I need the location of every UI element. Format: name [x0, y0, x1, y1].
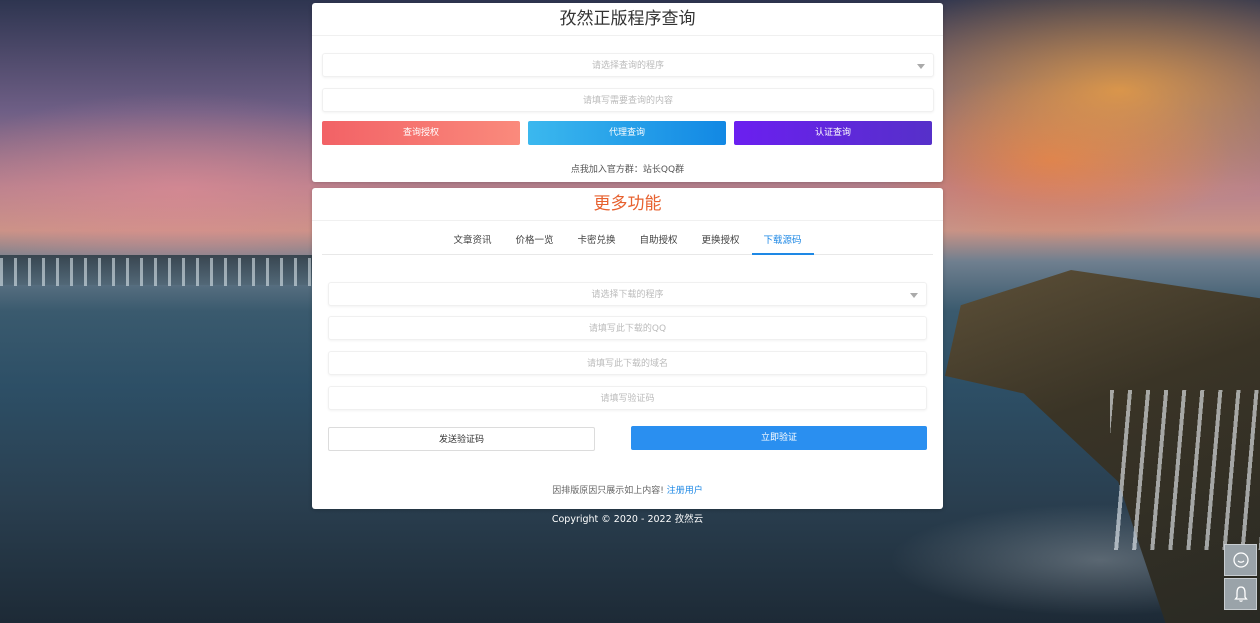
tab-download-source[interactable]: 下载源码 — [751, 232, 814, 255]
cert-query-button[interactable]: 认证查询 — [734, 121, 932, 145]
feature-tabs: 文章资讯 价格一览 卡密兑换 自助授权 更换授权 下载源码 — [322, 232, 933, 255]
chat-button[interactable] — [1224, 544, 1257, 576]
footer-note-text: 因排版原因只展示如上内容! — [552, 486, 664, 496]
download-qq-input[interactable]: 请填写此下载的QQ — [328, 316, 927, 340]
verify-now-button[interactable]: 立即验证 — [631, 426, 927, 450]
tab-change-auth[interactable]: 更换授权 — [690, 232, 752, 253]
chat-icon — [1232, 552, 1249, 568]
download-qq-placeholder: 请填写此下载的QQ — [588, 324, 667, 334]
join-group-link[interactable]: 点我加入官方群：站长QQ群 — [312, 162, 943, 175]
download-domain-placeholder: 请填写此下载的域名 — [586, 359, 668, 369]
footer-note: 因排版原因只展示如上内容! 注册用户 — [312, 483, 943, 496]
notification-button[interactable] — [1224, 578, 1257, 610]
chevron-down-icon — [910, 293, 918, 298]
program-select-placeholder: 请选择查询的程序 — [591, 61, 664, 71]
query-content-placeholder: 请填写需要查询的内容 — [582, 96, 673, 106]
tab-articles[interactable]: 文章资讯 — [441, 232, 503, 253]
waterfall-left — [0, 258, 312, 286]
agent-query-button[interactable]: 代理查询 — [528, 121, 726, 145]
download-program-select[interactable]: 请选择下载的程序 — [328, 282, 927, 306]
verify-code-placeholder: 请填写验证码 — [600, 394, 655, 404]
query-title: 孜然正版程序查询 — [312, 3, 943, 36]
download-program-placeholder: 请选择下载的程序 — [591, 290, 664, 300]
program-select[interactable]: 请选择查询的程序 — [322, 53, 934, 77]
query-content-input[interactable]: 请填写需要查询的内容 — [322, 88, 934, 112]
query-card: 孜然正版程序查询 请选择查询的程序 请填写需要查询的内容 查询授权 代理查询 认… — [312, 3, 943, 182]
tab-redeem-card[interactable]: 卡密兑换 — [565, 232, 627, 253]
query-auth-button[interactable]: 查询授权 — [322, 121, 520, 145]
rock-shelf-left — [0, 255, 312, 285]
chevron-down-icon — [917, 64, 925, 69]
bell-icon — [1233, 586, 1248, 602]
cliff-right — [945, 270, 1260, 623]
tab-prices[interactable]: 价格一览 — [503, 232, 565, 253]
register-link[interactable]: 注册用户 — [667, 486, 703, 496]
copyright: Copyright © 2020 - 2022 孜然云 — [551, 514, 704, 525]
tab-self-auth[interactable]: 自助授权 — [628, 232, 690, 253]
waterfall-right — [1110, 390, 1260, 550]
more-features-card: 更多功能 文章资讯 价格一览 卡密兑换 自助授权 更换授权 下载源码 请选择下载的程序 请… — [312, 188, 943, 509]
send-code-button[interactable]: 发送验证码 — [328, 427, 595, 451]
more-title: 更多功能 — [312, 188, 943, 221]
verify-code-input[interactable]: 请填写验证码 — [328, 386, 927, 410]
download-domain-input[interactable]: 请填写此下载的域名 — [328, 351, 927, 375]
